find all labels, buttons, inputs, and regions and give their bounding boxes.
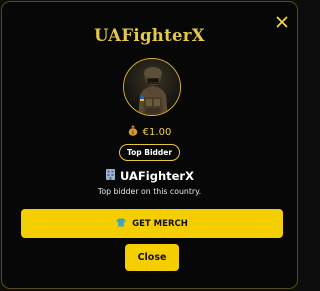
money-bag-icon: $ [128, 125, 138, 139]
bidder-name: UAFighterX [120, 168, 194, 183]
modal-title: UAFighterX [94, 26, 205, 45]
shirt-icon [116, 217, 126, 230]
svg-text:$: $ [131, 130, 134, 136]
bid-amount: $ €1.00 [2, 125, 297, 139]
bid-amount-text: €1.00 [142, 126, 172, 138]
get-merch-button[interactable]: GET MERCH [21, 209, 283, 238]
close-button[interactable]: Close [125, 244, 179, 271]
get-merch-label: GET MERCH [132, 218, 188, 229]
bidder-name-row: UAFighterX [2, 168, 297, 183]
office-building-icon [105, 168, 116, 183]
soldier-avatar [123, 58, 181, 116]
top-bidder-badge: Top Bidder [118, 144, 181, 161]
bidder-modal: UAFighterX $ €1.00 Top Bidder UAFighterX… [1, 1, 298, 289]
bidder-description: Top bidder on this country. [97, 187, 202, 196]
